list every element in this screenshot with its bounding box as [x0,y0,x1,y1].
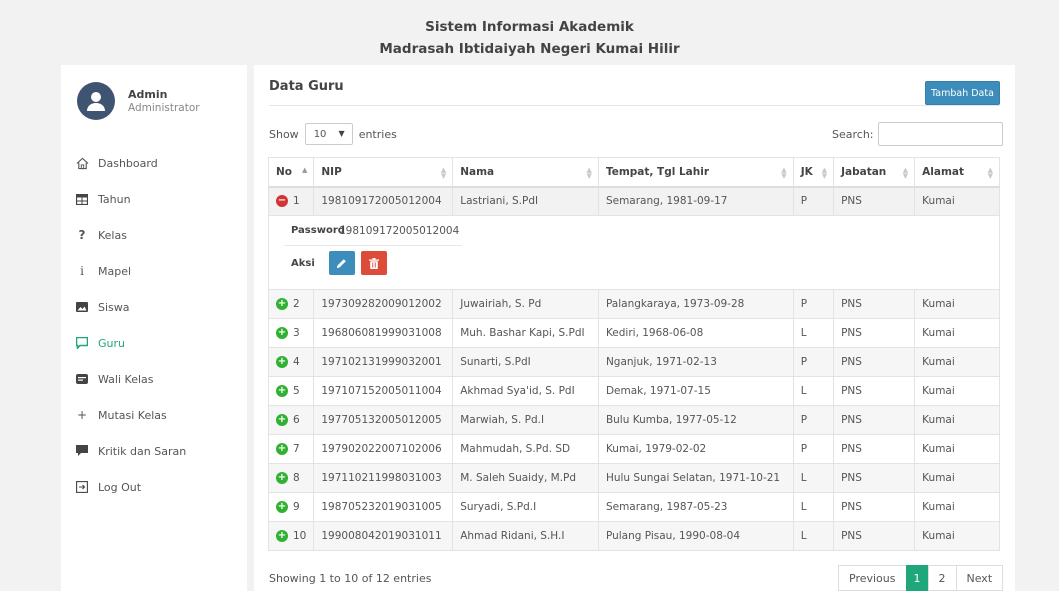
logout-icon [75,480,89,494]
sort-icon: ▲ ▼ [781,166,787,180]
pagination-page-1[interactable]: 1 [905,565,929,591]
sort-icon: ▲ ▼ [987,166,993,180]
column-jk[interactable]: JK ▲ ▼ [792,157,835,188]
sidebar-item-logout[interactable]: Log Out [61,469,247,505]
sidebar-item-kritik-saran[interactable]: Kritik dan Saran [61,433,247,469]
chevron-down-icon: ▼ [338,129,345,138]
page-title: Data Guru [269,79,344,94]
sidebar-menu: Dashboard Tahun ? Kelas i Mapel Siswa Gu… [61,145,247,505]
password-label: Password [291,225,345,236]
profile-role: Administrator [128,102,200,114]
table-row: +7 197902022007102006 Mahmudah, S.Pd. SD… [267,434,1000,464]
delete-button[interactable] [360,251,387,275]
message-icon [75,372,89,386]
expand-row-icon[interactable]: + [276,472,288,484]
column-jabatan[interactable]: Jabatan ▲ ▼ [833,157,916,188]
sort-icon: ▲ ▼ [440,166,447,180]
table-row: +4 197102131999032001 Sunarti, S.PdI Nga… [267,347,1000,377]
trash-icon [368,257,379,269]
expand-row-icon[interactable]: + [276,501,288,513]
expand-row-icon[interactable]: + [276,414,288,426]
page-length-control: Show 10 ▼ entries [269,123,397,145]
school-name: Madrasah Ibtidaiyah Negeri Kumai Hilir [379,41,680,57]
pagination-page-2[interactable]: 2 [927,565,957,591]
column-alamat[interactable]: Alamat ▲ ▼ [914,157,1000,188]
table-row: +10 199008042019031011 Ahmad Ridani, S.H… [267,521,1000,551]
table-row: +2 197309282009012002 Juwairiah, S. Pd P… [267,289,1000,319]
sidebar-item-kelas[interactable]: ? Kelas [61,217,247,253]
question-icon: ? [78,228,86,242]
info-icon: i [80,264,84,278]
column-nama[interactable]: Nama ▲ ▼ [452,157,599,188]
table-row: +8 197110211998031003 M. Saleh Suaidy, M… [267,463,1000,493]
main-panel: Data Guru Tambah Data Show 10 ▼ entries … [254,65,1015,591]
table-icon [75,192,89,206]
table-row: +3 196806081999031008 Muh. Bashar Kapi, … [267,318,1000,348]
sidebar-item-tahun[interactable]: Tahun [61,181,247,217]
table-row: −1 198109172005012004 Lastriani, S.PdI S… [267,186,1000,216]
profile: Admin Administrator [77,82,200,120]
comment-icon [75,444,89,458]
sidebar: Admin Administrator Dashboard Tahun ? Ke… [61,65,247,591]
pagination-previous[interactable]: Previous [838,565,907,591]
expand-row-icon[interactable]: + [276,327,288,339]
table-row: +6 197705132005012005 Marwiah, S. Pd.I B… [267,405,1000,435]
search-control: Search: [832,122,1003,146]
expand-row-icon[interactable]: + [276,385,288,397]
edit-button[interactable] [328,251,355,275]
image-icon [75,300,89,314]
table-row: +5 197107152005011004 Akhmad Sya'id, S. … [267,376,1000,406]
search-input[interactable] [877,122,1003,146]
sidebar-item-mapel[interactable]: i Mapel [61,253,247,289]
sort-icon: ▲ ▼ [586,166,592,180]
column-nip[interactable]: NIP ▲ ▼ [313,157,454,188]
app-title: Sistem Informasi Akademik [425,19,634,35]
plus-icon: + [76,408,88,422]
add-data-button[interactable]: Tambah Data [925,81,1000,105]
table-row: +9 198705232019031005 Suryadi, S.Pd.I Se… [267,492,1000,522]
sidebar-item-guru[interactable]: Guru [61,325,247,361]
table-header: No ▲ NIP ▲ ▼ Nama ▲ ▼ Tempat, Tgl Lahir ▲ ▼ JK ▲… [267,157,1000,188]
row-detail: Password 198109172005012004 Aksi [268,215,1000,290]
pagination-next[interactable]: Next [955,565,1004,591]
expand-row-icon[interactable]: + [276,443,288,455]
sidebar-item-dashboard[interactable]: Dashboard [61,145,247,181]
expand-row-icon[interactable]: + [276,356,288,368]
guru-table: No ▲ NIP ▲ ▼ Nama ▲ ▼ Tempat, Tgl Lahir ▲ ▼ JK ▲… [267,157,1000,551]
action-label: Aksi [291,257,315,269]
title-divider [269,105,1000,106]
sort-icon: ▲ ▼ [821,166,828,180]
expand-row-icon[interactable]: + [276,298,288,310]
sort-asc-icon: ▲ [301,166,308,174]
sidebar-item-mutasi-kelas[interactable]: + Mutasi Kelas [61,397,247,433]
page-length-select[interactable]: 10 ▼ [304,123,353,145]
password-value: 198109172005012004 [339,224,460,237]
table-info: Showing 1 to 10 of 12 entries [269,572,432,585]
profile-name: Admin [128,88,168,101]
pagination: Previous 1 2 Next [838,565,1004,591]
page-header: Sistem Informasi Akademik Madrasah Ibtid… [0,16,1059,60]
collapse-row-icon[interactable]: − [276,195,288,208]
column-ttl[interactable]: Tempat, Tgl Lahir ▲ ▼ [597,157,794,188]
chat-icon [75,336,89,350]
sort-icon: ▲ ▼ [902,166,909,180]
expand-row-icon[interactable]: + [276,530,288,542]
pencil-icon [337,258,347,268]
home-icon [75,156,89,170]
sidebar-item-siswa[interactable]: Siswa [61,289,247,325]
column-no[interactable]: No ▲ [267,157,315,188]
user-avatar-icon [77,82,115,120]
sidebar-item-wali-kelas[interactable]: Wali Kelas [61,361,247,397]
